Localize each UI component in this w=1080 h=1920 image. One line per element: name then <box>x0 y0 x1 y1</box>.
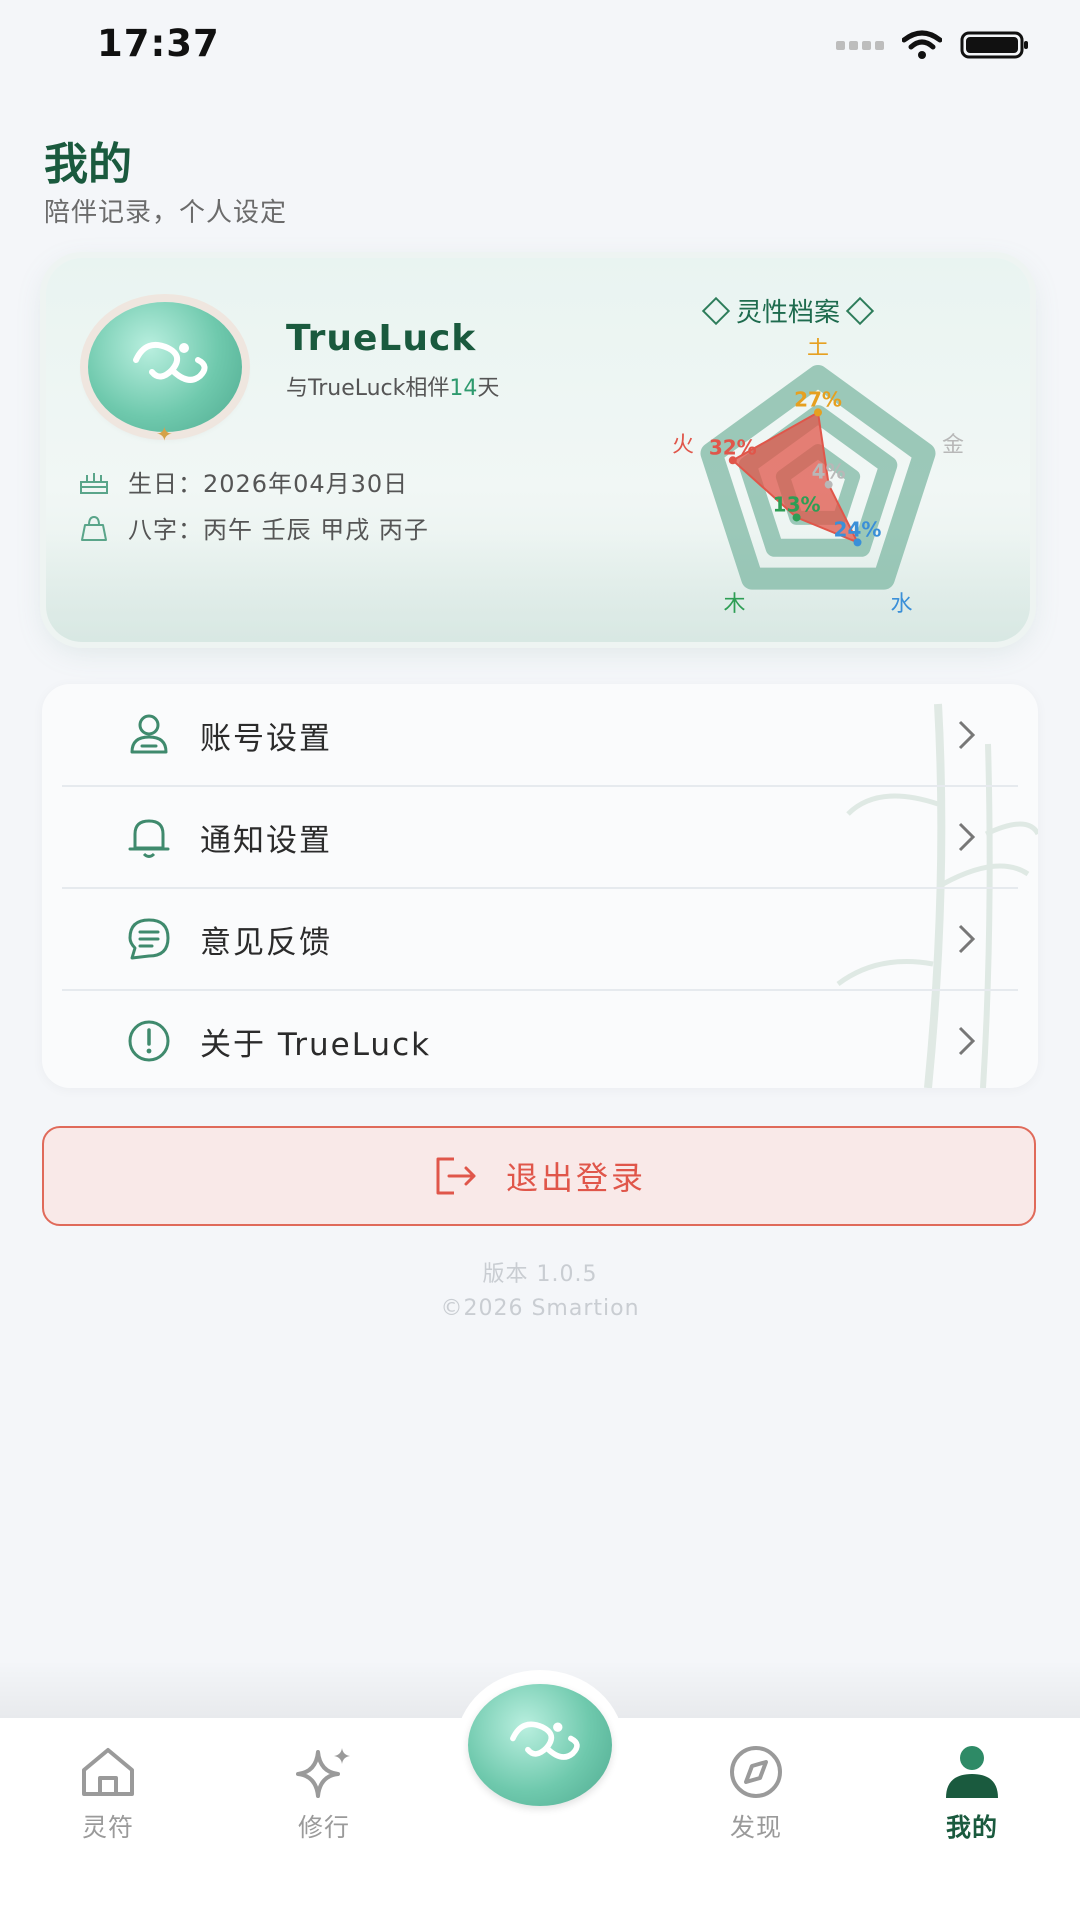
logo-icon <box>510 1721 580 1760</box>
signal-icon <box>836 40 884 50</box>
menu-label: 账号设置 <box>200 720 332 757</box>
app-version: 版本 1.0.5 <box>482 1262 598 1287</box>
profile-card: ✦ TrueLuck 与TrueLuck相伴14天 生日： 2026年04月30… <box>46 258 1030 642</box>
menu-item-account-settings[interactable]: 账号设置 <box>62 684 1018 786</box>
five-elements-radar-chart: 27% 4% 24% 13% 32% 土金水 木 火 <box>672 338 964 617</box>
chevron-right-icon <box>958 720 976 750</box>
tab-practice[interactable]: 修行 <box>244 1742 404 1844</box>
chevron-right-icon <box>958 924 976 954</box>
bag-icon <box>81 515 107 541</box>
profile-name: TrueLuck <box>286 318 477 359</box>
radar-axis-label: 金 <box>942 433 964 458</box>
status-bar: 17:37 <box>0 0 1080 100</box>
logo-icon <box>133 342 208 383</box>
radar-axis-label: 水 <box>890 592 912 617</box>
home-icon <box>82 1748 134 1796</box>
wifi-icon <box>902 30 942 59</box>
menu-label: 关于 TrueLuck <box>200 1026 432 1063</box>
status-icons <box>836 30 1030 60</box>
tab-discover[interactable]: 发现 <box>676 1742 836 1844</box>
diamond-icon <box>845 296 875 325</box>
tab-label: 我的 <box>945 1813 998 1842</box>
spirit-profile-label: 灵性档案 <box>736 298 841 328</box>
bell-icon <box>128 819 170 858</box>
avatar[interactable] <box>88 302 242 432</box>
settings-menu: 账号设置 通知设置 意见反馈 关于 TrueLuck <box>42 684 1038 1088</box>
radar-value-label: 32% <box>709 435 757 459</box>
radar-axis-label: 火 <box>672 433 694 458</box>
info-icon <box>128 1020 170 1062</box>
logout-label: 退出登录 <box>505 1159 646 1197</box>
star-icon: ✦ <box>156 422 173 446</box>
battery-icon <box>960 31 1028 59</box>
tab-talisman[interactable]: 灵符 <box>28 1742 188 1844</box>
spirit-profile-badge[interactable]: 灵性档案 <box>701 292 875 329</box>
menu-item-about[interactable]: 关于 TrueLuck <box>62 990 1018 1088</box>
radar-value-label: 13% <box>773 492 821 516</box>
diamond-icon <box>701 296 731 325</box>
radar-value-label: 24% <box>834 517 882 541</box>
bazi-value: 丙午 壬辰 甲戌 丙子 <box>203 516 429 544</box>
copyright: ©2026 Smartion <box>440 1296 640 1321</box>
bazi-label: 八字： <box>128 516 203 544</box>
chat-icon <box>128 918 170 960</box>
radar-value-label: 4% <box>812 460 846 484</box>
page-subtitle: 陪伴记录，个人设定 <box>44 198 288 228</box>
companion-days: 14 <box>449 376 478 401</box>
companion-text: 与TrueLuck相伴14天 <box>286 370 499 402</box>
status-time: 17:37 <box>97 22 220 65</box>
companion-suffix: 天 <box>477 376 500 401</box>
user-icon <box>130 714 168 754</box>
compass-icon <box>730 1746 782 1798</box>
chevron-right-icon <box>958 1026 976 1056</box>
center-orb[interactable] <box>468 1684 612 1806</box>
birthday-row: 生日： 2026年04月30日 <box>78 464 408 499</box>
page-title: 我的 <box>44 139 132 190</box>
radar-axis-label: 土 <box>807 338 829 360</box>
tab-mine[interactable]: 我的 <box>892 1742 1052 1844</box>
tab-label: 灵符 <box>81 1813 134 1842</box>
menu-label: 意见反馈 <box>200 924 332 961</box>
radar-axis-label: 木 <box>724 592 746 617</box>
radar-value-label: 27% <box>794 387 842 411</box>
logout-button[interactable]: 退出登录 <box>42 1126 1036 1226</box>
tab-label: 修行 <box>297 1813 350 1842</box>
companion-prefix: 与TrueLuck相伴 <box>286 376 450 401</box>
person-icon <box>946 1746 998 1798</box>
menu-label: 通知设置 <box>200 822 332 859</box>
menu-item-notification-settings[interactable]: 通知设置 <box>62 786 1018 888</box>
tab-label: 发现 <box>729 1813 782 1842</box>
birthday-value: 2026年04月30日 <box>203 470 409 498</box>
birthday-label: 生日： <box>128 470 203 498</box>
logout-icon <box>436 1157 476 1195</box>
menu-item-feedback[interactable]: 意见反馈 <box>62 888 1018 990</box>
sparkle-icon <box>296 1748 350 1798</box>
bazi-row: 八字： 丙午 壬辰 甲戌 丙子 <box>78 510 429 545</box>
chevron-right-icon <box>958 822 976 852</box>
cake-icon <box>80 472 108 494</box>
